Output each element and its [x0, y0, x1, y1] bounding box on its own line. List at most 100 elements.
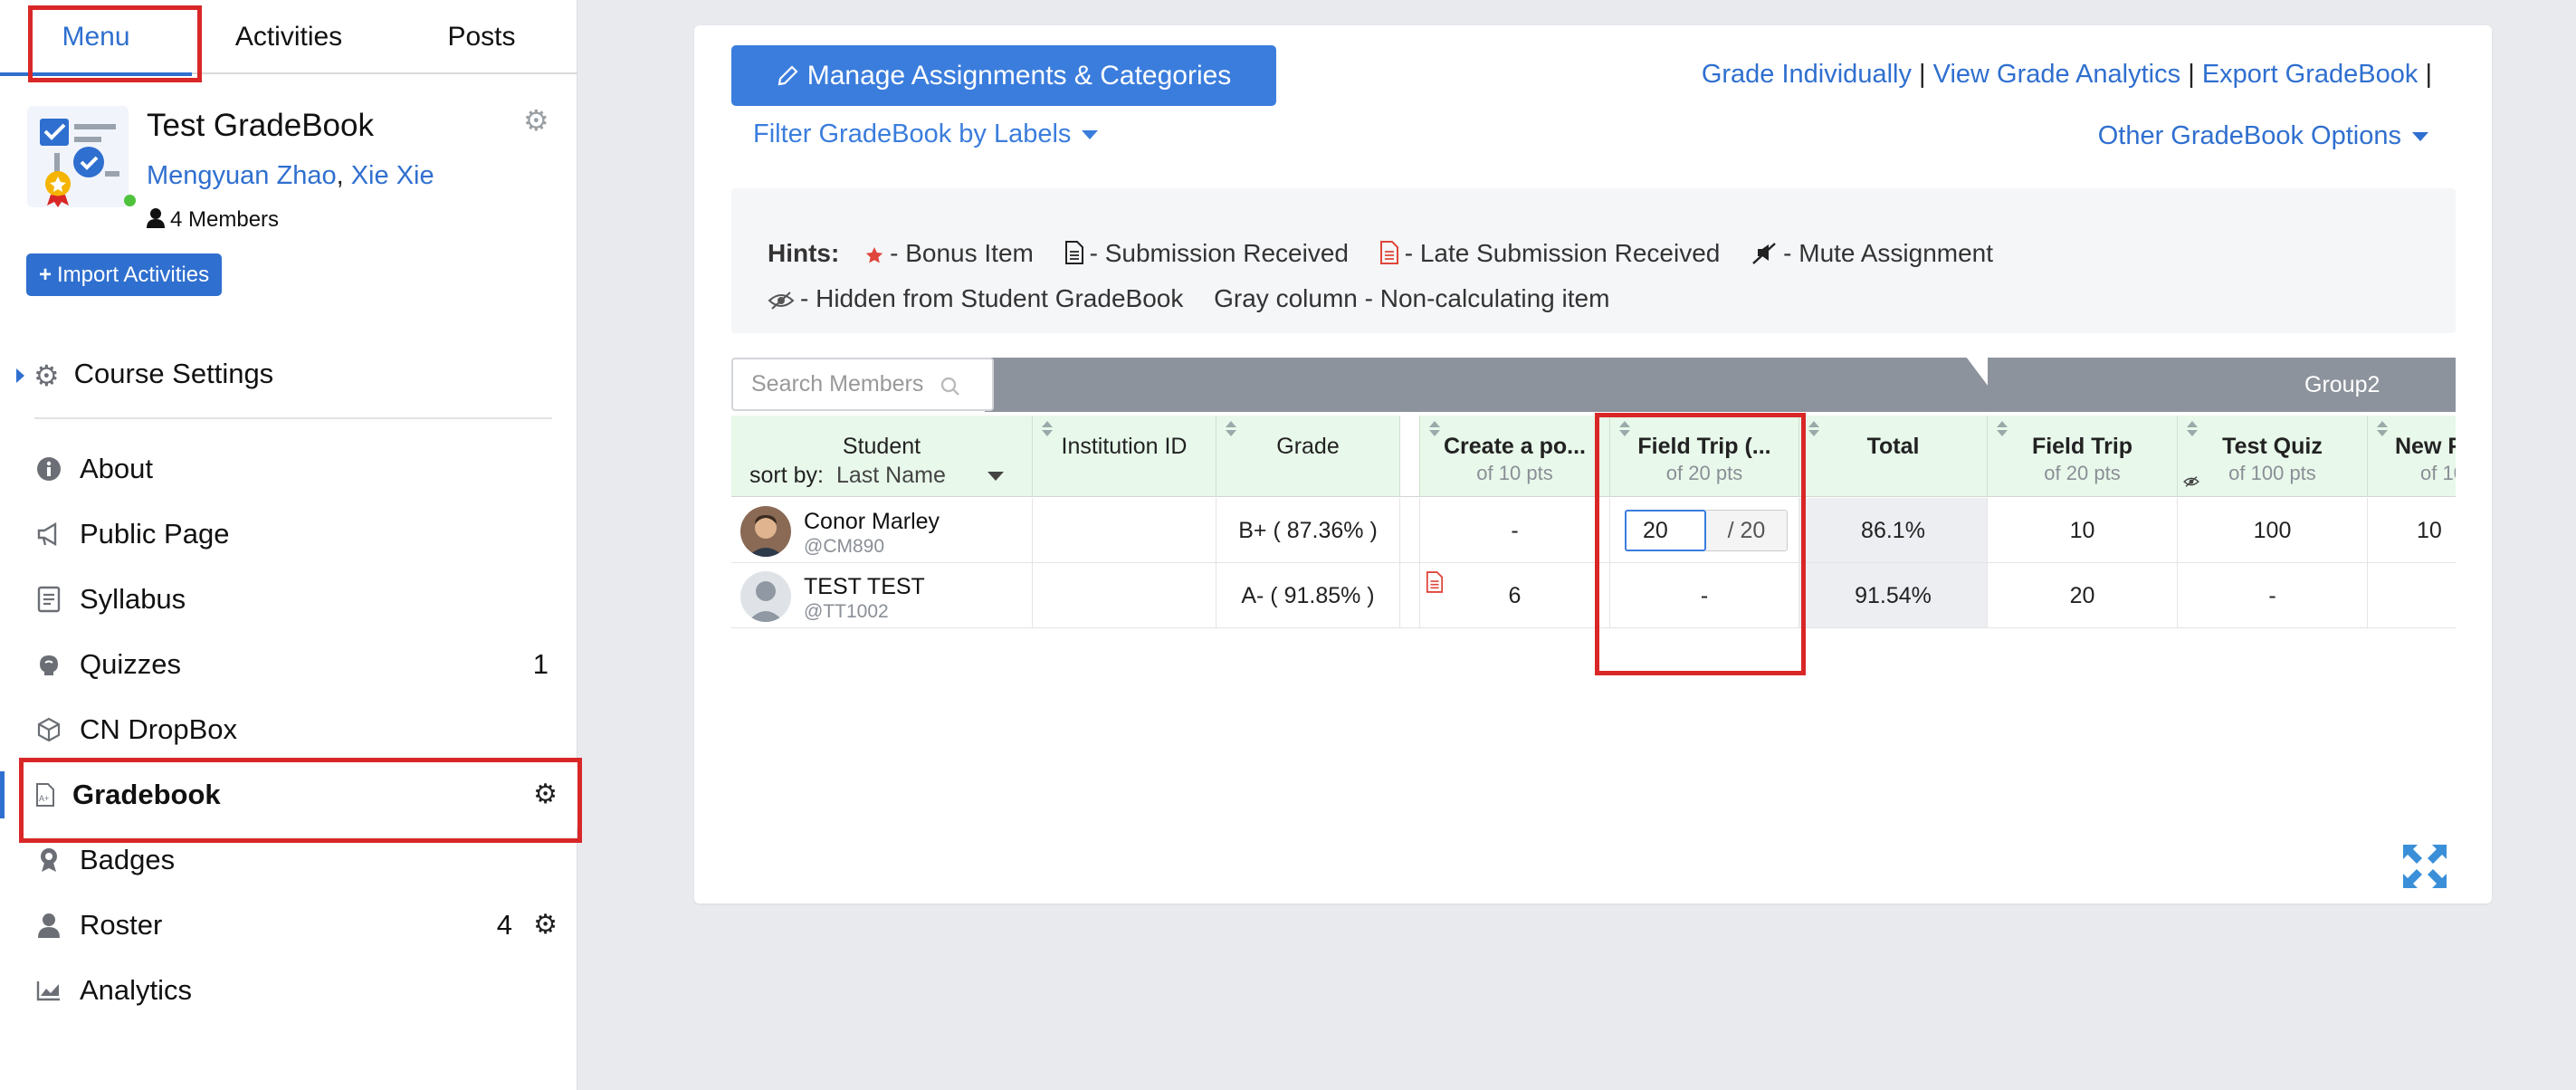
- field-trip-group2-score-cell[interactable]: 20: [1988, 563, 2178, 628]
- chevron-down-icon: [987, 472, 1004, 482]
- gear-icon: ⚙: [33, 359, 60, 392]
- person-icon: [34, 893, 63, 958]
- gradebook-card: Manage Assignments & Categories Grade In…: [694, 25, 2492, 904]
- avatar: [740, 506, 791, 557]
- other-options-label: Other GradeBook Options: [2097, 121, 2401, 150]
- tab-activities[interactable]: Activities: [192, 0, 386, 74]
- course-settings-toggle[interactable]: ⚙ Course Settings: [16, 351, 273, 397]
- sidebar-item-gradebook[interactable]: A+ Gradebook ⚙: [0, 762, 577, 827]
- sort-icon[interactable]: [2377, 421, 2388, 439]
- field-trip-score-cell[interactable]: 20 / 20: [1610, 498, 1799, 563]
- pencil-icon: [778, 65, 798, 86]
- field-trip-group2-score-cell[interactable]: 10: [1988, 498, 2178, 563]
- sidebar-item-label: CN DropBox: [80, 713, 237, 745]
- grade-individually-link[interactable]: Grade Individually: [1702, 60, 1912, 89]
- sidebar-item-label: Gradebook: [72, 779, 221, 810]
- instructor-link[interactable]: Mengyuan Zhao: [147, 161, 337, 190]
- export-gradebook-link[interactable]: Export GradeBook: [2202, 60, 2419, 89]
- spacer-cell: [1400, 498, 1420, 563]
- filter-by-labels-dropdown[interactable]: Filter GradeBook by Labels: [753, 120, 1099, 149]
- new-f-score-cell[interactable]: [2368, 563, 2456, 628]
- field-trip-score-cell[interactable]: -: [1610, 563, 1799, 628]
- table-row-student-cell[interactable]: Conor Marley @CM890: [731, 498, 1033, 563]
- column-header-points: of 20 pts: [2044, 462, 2121, 484]
- sidebar-item-label: Quizzes: [80, 648, 181, 680]
- sidebar-tabs: Menu Activities Posts: [0, 0, 577, 76]
- sidebar-item-syllabus[interactable]: Syllabus: [0, 567, 577, 632]
- score-max: / 20: [1706, 510, 1788, 551]
- hints-panel: Hints: - Bonus Item - Submission Receive…: [731, 188, 2456, 333]
- late-document-icon: [1379, 241, 1398, 264]
- sidebar-item-badges[interactable]: Badges: [0, 827, 577, 893]
- manage-assignments-label: Manage Assignments & Categories: [806, 61, 1232, 91]
- info-icon: [34, 436, 63, 502]
- sidebar-item-about[interactable]: About: [0, 436, 577, 502]
- late-document-icon[interactable]: [1426, 570, 1444, 594]
- roster-settings-gear-icon[interactable]: ⚙: [533, 893, 558, 958]
- column-header-grade[interactable]: Grade: [1216, 416, 1400, 497]
- column-header-test-quiz[interactable]: Test Quiz of 100 pts: [2178, 416, 2368, 497]
- course-settings-gear-icon[interactable]: ⚙: [523, 103, 549, 138]
- column-header-total[interactable]: Total: [1799, 416, 1988, 497]
- column-header-label: Grade: [1276, 434, 1340, 459]
- hints-line: Hints: - Bonus Item - Submission Receive…: [768, 239, 2017, 268]
- column-header-institution[interactable]: Institution ID: [1033, 416, 1216, 497]
- column-header-student[interactable]: Student sort by: Last Name: [731, 416, 1033, 497]
- sidebar-item-label: About: [80, 453, 154, 484]
- score-input[interactable]: 20: [1625, 510, 1706, 551]
- expand-fullscreen-icon[interactable]: [2399, 841, 2450, 896]
- avatar: [740, 571, 791, 622]
- megaphone-icon: [34, 502, 63, 567]
- column-header-field-trip[interactable]: Field Trip (... of 20 pts: [1610, 416, 1799, 497]
- hint-late-label: - Late Submission Received: [1404, 239, 1721, 267]
- instructor-link[interactable]: Xie Xie: [351, 161, 434, 190]
- sidebar-item-label: Syllabus: [80, 583, 186, 615]
- gradebook-icon: A+: [31, 762, 60, 827]
- sidebar-item-analytics[interactable]: Analytics: [0, 958, 577, 1023]
- spacer-cell: [1400, 563, 1420, 628]
- search-members-input[interactable]: Search Members: [731, 358, 994, 411]
- gradebook-grid: Group2 Search Members Student sort by: La…: [731, 358, 2456, 656]
- star-icon: [865, 247, 883, 263]
- other-options-dropdown[interactable]: Other GradeBook Options: [2098, 121, 2428, 151]
- test-quiz-score-cell[interactable]: 100: [2178, 498, 2368, 563]
- svg-text:A+: A+: [39, 794, 49, 803]
- sidebar-item-public-page[interactable]: Public Page: [0, 502, 577, 567]
- sidebar-item-cn-dropbox[interactable]: CN DropBox: [0, 697, 577, 762]
- course-title: Test GradeBook: [147, 108, 374, 143]
- hints-title: Hints:: [768, 239, 840, 267]
- manage-assignments-button[interactable]: Manage Assignments & Categories: [731, 45, 1276, 106]
- gradebook-settings-gear-icon[interactable]: ⚙: [533, 762, 558, 827]
- test-quiz-score-cell[interactable]: -: [2178, 563, 2368, 628]
- hint-hidden: - Hidden from Student GradeBook: [768, 284, 1183, 312]
- column-header-label: Test Quiz: [2222, 434, 2323, 459]
- tab-posts[interactable]: Posts: [386, 0, 577, 74]
- create-post-score-cell[interactable]: -: [1420, 498, 1610, 563]
- members-count[interactable]: 4 Members: [147, 207, 279, 233]
- column-header-new-f[interactable]: New F of 10: [2368, 416, 2456, 497]
- column-header-create-post[interactable]: Create a po... of 10 pts: [1420, 416, 1610, 497]
- column-header-label: Institution ID: [1061, 434, 1188, 459]
- column-header-label: Field Trip (...: [1637, 434, 1771, 459]
- sidebar-item-quizzes[interactable]: Quizzes 1: [0, 632, 577, 697]
- student-handle: @TT1002: [804, 601, 889, 622]
- sort-by-select[interactable]: sort by: Last Name: [749, 463, 1004, 489]
- link-separator: |: [1919, 60, 1926, 89]
- hint-hidden-label: - Hidden from Student GradeBook: [800, 284, 1184, 312]
- brain-icon: [34, 632, 63, 697]
- view-grade-analytics-link[interactable]: View Grade Analytics: [1933, 60, 2181, 89]
- sidebar-item-label: Public Page: [80, 518, 230, 550]
- instructor-separator: ,: [336, 161, 344, 190]
- create-post-score-cell[interactable]: 6: [1420, 563, 1610, 628]
- column-header-label: Create a po...: [1444, 434, 1586, 459]
- new-f-score-cell[interactable]: 10: [2368, 498, 2456, 563]
- import-activities-button[interactable]: + Import Activities: [26, 253, 223, 296]
- column-header-field-trip-group2[interactable]: Field Trip of 20 pts: [1988, 416, 2178, 497]
- column-header-label: Field Trip: [2031, 434, 2133, 459]
- table-row-student-cell[interactable]: TEST TEST @TT1002: [731, 563, 1033, 628]
- tab-menu[interactable]: Menu: [0, 0, 192, 76]
- sidebar-item-roster[interactable]: Roster 4 ⚙: [0, 893, 577, 958]
- chevron-down-icon: [1082, 130, 1099, 140]
- import-activities-label: Import Activities: [57, 263, 210, 287]
- badge-icon: [34, 827, 63, 893]
